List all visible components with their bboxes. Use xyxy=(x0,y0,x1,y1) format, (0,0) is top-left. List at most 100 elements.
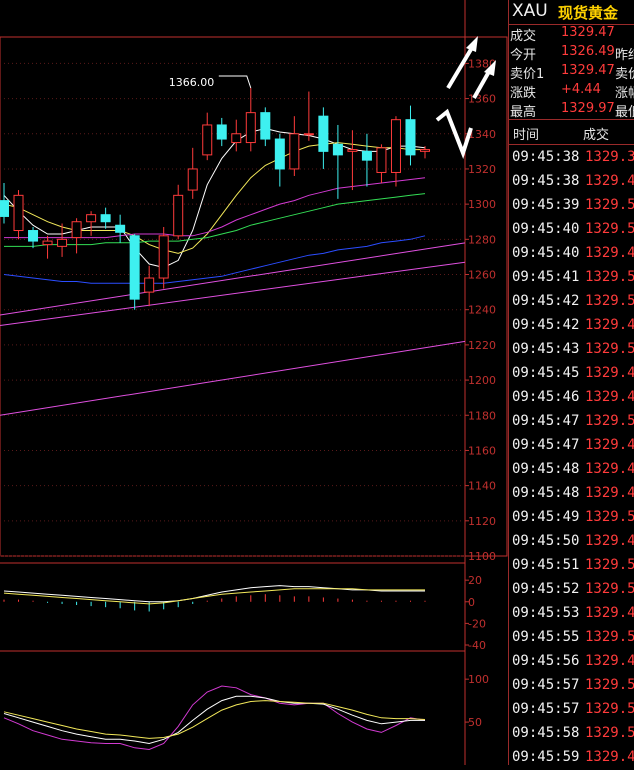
macd-tick-label: -40 xyxy=(468,639,486,652)
candle-body xyxy=(390,119,401,173)
tick-time: 09:45:42 xyxy=(512,293,580,309)
tick-time: 09:45:57 xyxy=(512,701,580,717)
kdj-line xyxy=(3,695,425,745)
tick-time: 09:45:52 xyxy=(512,581,580,597)
candle-body xyxy=(420,149,430,152)
tick-row: 09:45:43 1329.50 xyxy=(509,338,634,362)
tick-row: 09:45:57 1329.51 xyxy=(509,674,634,698)
tick-price: 1329.52 xyxy=(585,557,634,573)
candle-body xyxy=(129,235,140,300)
tick-time: 09:45:48 xyxy=(512,461,580,477)
tick-time: 09:45:47 xyxy=(512,413,580,429)
tick-time: 09:45:49 xyxy=(512,509,580,525)
candle-body xyxy=(57,238,68,247)
candle-body xyxy=(173,194,184,237)
macd-line xyxy=(3,585,425,603)
tick-price: 1329.45 xyxy=(585,461,634,477)
high-marker-line xyxy=(218,75,252,89)
quote-label-secondary: 最低 xyxy=(615,105,634,120)
tick-row: 09:45:40 1329.55 xyxy=(509,218,634,242)
main-tick-label: 1220 xyxy=(468,339,496,352)
moving-average-line xyxy=(4,193,426,247)
candle-body xyxy=(274,138,285,170)
tick-price: 1329.50 xyxy=(585,341,634,357)
candle-body xyxy=(71,221,82,239)
tick-row: 09:45:41 1329.55 xyxy=(509,266,634,290)
quote-value: +4.44 xyxy=(561,82,601,97)
tick-price: 1329.53 xyxy=(585,629,634,645)
tick-row: 09:45:47 1329.47 xyxy=(509,434,634,458)
tick-row: 09:45:48 1329.40 xyxy=(509,482,634,506)
tick-time: 09:45:41 xyxy=(512,269,580,285)
tick-time: 09:45:50 xyxy=(512,533,580,549)
macd-tick-label: -20 xyxy=(468,617,486,630)
main-tick-label: 1300 xyxy=(468,198,496,211)
quote-value: 1329.47 xyxy=(561,25,615,40)
quote-label: 最高 xyxy=(510,105,537,120)
tick-row: 09:45:46 1329.44 xyxy=(509,386,634,410)
quote-row: 最高 1329.97最低 xyxy=(509,100,634,120)
main-tick-label: 1140 xyxy=(468,480,496,493)
quote-label-secondary: 涨幅 xyxy=(615,86,634,101)
tick-row: 09:45:40 1329.48 xyxy=(509,242,634,266)
tick-price: 1329.40 xyxy=(585,485,634,501)
candle-body xyxy=(318,115,329,152)
candle-body xyxy=(216,124,227,140)
tick-time: 09:45:53 xyxy=(512,605,580,621)
candle-body xyxy=(260,112,271,140)
tick-price: 1329.46 xyxy=(585,653,634,669)
quote-label-secondary: 卖价 xyxy=(615,67,634,82)
tick-time: 09:45:56 xyxy=(512,653,580,669)
tick-price: 1329.51 xyxy=(585,677,634,693)
quote-row: 卖价1 1329.47卖价 xyxy=(509,62,634,82)
tick-price: 1329.42 xyxy=(585,365,634,381)
kdj-line xyxy=(3,685,426,751)
candle-body xyxy=(86,214,97,223)
tick-price: 1329.47 xyxy=(585,437,634,453)
tick-time: 09:45:39 xyxy=(512,197,580,213)
tick-row: 09:45:48 1329.45 xyxy=(509,458,634,482)
tick-time: 09:45:40 xyxy=(512,221,580,237)
kline-chart-area[interactable]: 1380136013401320130012801260124012201200… xyxy=(0,0,508,765)
tick-header-time: 时间 xyxy=(513,128,540,143)
tick-price: 1329.47 xyxy=(585,749,634,765)
tick-price: 1329.51 xyxy=(585,197,634,213)
symbol-header: XAU 现货黄金 xyxy=(509,0,634,25)
tick-row: 09:45:50 1329.44 xyxy=(509,530,634,554)
quote-label: 今开 xyxy=(510,48,537,63)
tick-time: 09:45:58 xyxy=(512,725,580,741)
quote-label: 卖价1 xyxy=(510,67,545,82)
candle-body xyxy=(332,143,343,156)
tick-time: 09:45:43 xyxy=(512,341,580,357)
candle-body xyxy=(245,112,256,144)
tick-row: 09:45:53 1329.49 xyxy=(509,602,634,626)
main-tick-label: 1240 xyxy=(468,304,496,317)
tick-price: 1329.37 xyxy=(585,149,634,165)
kdj-tick-label: 50 xyxy=(468,716,482,729)
tick-row: 09:45:57 1329.53 xyxy=(509,698,634,722)
quote-value: 1326.49 xyxy=(561,44,615,59)
candle-body xyxy=(100,214,111,223)
quote-row: 涨跌 +4.44 涨幅 xyxy=(509,81,634,101)
quote-label: 成交 xyxy=(510,29,537,44)
tick-row: 09:45:52 1329.54 xyxy=(509,578,634,602)
tick-price: 1329.54 xyxy=(585,413,634,429)
high-annotation: 1366.00 xyxy=(169,76,215,89)
macd-tick-label: 20 xyxy=(468,574,482,587)
quote-panel: XAU 现货黄金 成交1329.47今开1326.49昨结卖价11329.47卖… xyxy=(508,0,634,765)
tick-time: 09:45:57 xyxy=(512,677,580,693)
main-tick-label: 1260 xyxy=(468,269,496,282)
tick-time: 09:45:38 xyxy=(512,149,580,165)
tick-price: 1329.55 xyxy=(585,269,634,285)
tick-header-price: 成交 xyxy=(583,128,610,143)
tick-price: 1329.45 xyxy=(585,317,634,333)
quote-value: 1329.47 xyxy=(561,63,615,78)
tick-row: 09:45:59 1329.47 xyxy=(509,746,634,770)
candle-body xyxy=(158,235,169,279)
main-tick-label: 1200 xyxy=(468,374,496,387)
candle-body xyxy=(231,133,242,144)
trend-line xyxy=(0,340,466,416)
tick-price: 1329.44 xyxy=(585,389,634,405)
symbol-name: 现货黄金 xyxy=(558,4,619,22)
macd-tick-label: 0 xyxy=(468,596,475,609)
